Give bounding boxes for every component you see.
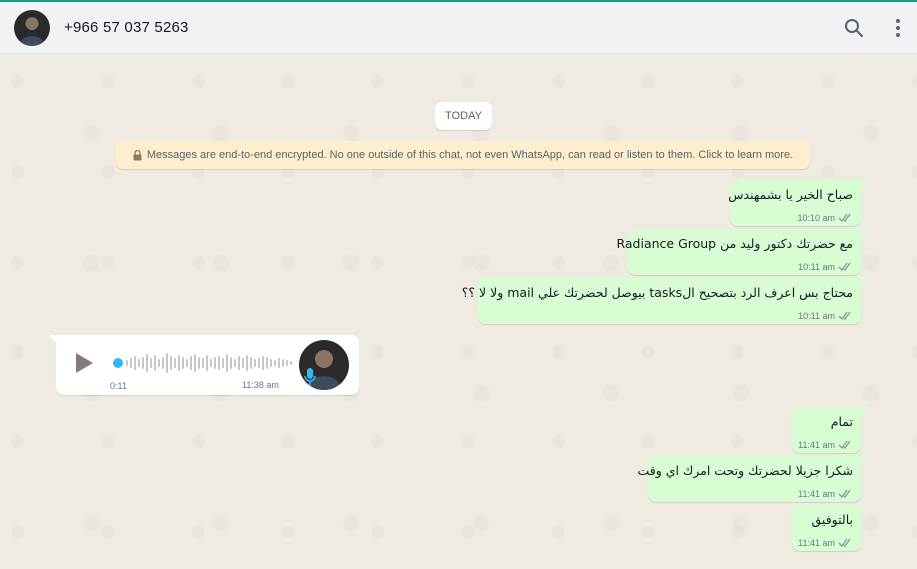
waveform-bar xyxy=(234,359,236,367)
microphone-icon xyxy=(304,368,316,385)
waveform-bar xyxy=(214,357,216,369)
message-text: تمام xyxy=(830,414,853,429)
waveform-bar xyxy=(178,355,180,371)
waveform-bar xyxy=(126,360,128,366)
waveform-bar xyxy=(198,357,200,369)
waveform-bar xyxy=(134,356,136,370)
double-check-icon xyxy=(838,440,851,450)
double-check-icon xyxy=(838,489,851,499)
waveform-bar xyxy=(142,357,144,369)
encryption-notice[interactable]: Messages are end-to-end encrypted. No on… xyxy=(116,141,810,169)
waveform-bar xyxy=(154,355,156,371)
waveform-bar xyxy=(270,359,272,367)
message-bubble[interactable]: محتاج بس اعرف الرد بتصحيح الtasks بيوصل … xyxy=(461,278,868,324)
contact-avatar[interactable] xyxy=(14,10,50,46)
message-time: 11:41 am xyxy=(798,537,835,548)
waveform-bar xyxy=(170,356,172,370)
encryption-notice-text: Messages are end-to-end encrypted. No on… xyxy=(146,149,794,161)
waveform-bar xyxy=(278,358,280,368)
waveform-bar xyxy=(138,359,140,367)
waveform-bar xyxy=(194,354,196,372)
waveform-bar xyxy=(274,360,276,366)
waveform-bar xyxy=(210,359,212,367)
chat-pane[interactable]: TODAY Messages are end-to-end encrypted.… xyxy=(0,55,917,569)
message-text: محتاج بس اعرف الرد بتصحيح الtasks بيوصل … xyxy=(461,285,853,300)
playback-position-dot[interactable] xyxy=(113,358,123,368)
waveform-bar xyxy=(230,357,232,369)
waveform-bar xyxy=(246,355,248,371)
message-time: 10:11 am xyxy=(798,261,835,272)
waveform-bar xyxy=(206,355,208,371)
lock-icon xyxy=(133,149,142,160)
waveform-bar xyxy=(242,358,244,368)
voice-message[interactable]: 0:11 11:38 am xyxy=(49,335,359,395)
waveform-bar xyxy=(282,359,284,367)
waveform-bar xyxy=(258,358,260,368)
waveform-bar xyxy=(250,357,252,369)
message-bubble[interactable]: صباح الخير يا بشمهندس 10:10 am xyxy=(728,180,868,226)
waveform-bar xyxy=(226,354,228,372)
waveform-bar xyxy=(238,356,240,370)
message-text: شكرا جزيلا لحضرتك وتحت امرك اي وقت xyxy=(637,463,853,478)
waveform-bar xyxy=(150,358,152,368)
waveform-bar xyxy=(202,358,204,368)
waveform-bar xyxy=(130,358,132,368)
waveform-bar xyxy=(218,356,220,370)
voice-waveform[interactable] xyxy=(112,351,302,375)
waveform-bar xyxy=(166,353,168,373)
message-text: صباح الخير يا بشمهندس xyxy=(728,187,853,202)
date-chip: TODAY xyxy=(435,102,492,130)
waveform-bar xyxy=(222,358,224,368)
message-time: 11:41 am xyxy=(798,439,835,450)
waveform-bar xyxy=(254,359,256,367)
waveform-bar xyxy=(158,359,160,367)
message-bubble[interactable]: مع حضرتك دكتور وليد من Radiance Group 10… xyxy=(616,229,868,275)
waveform-bar xyxy=(174,358,176,368)
waveform-bar xyxy=(290,361,292,365)
waveform-bar xyxy=(286,360,288,366)
contact-name[interactable]: +966 57 037 5263 xyxy=(64,19,189,36)
play-icon[interactable] xyxy=(73,351,95,375)
voice-duration: 0:11 xyxy=(110,381,127,391)
waveform-bar xyxy=(262,356,264,370)
waveform-bar xyxy=(162,357,164,369)
message-bubble[interactable]: بالتوفيق 11:41 am xyxy=(792,505,868,551)
chat-header: +966 57 037 5263 xyxy=(0,2,917,54)
waveform-bar xyxy=(182,357,184,369)
waveform-bar xyxy=(190,356,192,370)
waveform-bar xyxy=(146,354,148,372)
double-check-icon xyxy=(838,213,851,223)
message-time: 10:11 am xyxy=(798,310,835,321)
message-text: بالتوفيق xyxy=(811,512,854,527)
search-icon[interactable] xyxy=(842,16,866,40)
message-time: 11:38 am xyxy=(242,380,279,390)
double-check-icon xyxy=(838,538,851,548)
menu-dots-icon[interactable] xyxy=(886,16,910,40)
waveform-bar xyxy=(266,357,268,369)
message-text: مع حضرتك دكتور وليد من Radiance Group xyxy=(616,236,853,251)
message-bubble[interactable]: تمام 11:41 am xyxy=(792,407,868,453)
message-time: 11:41 am xyxy=(798,488,835,499)
waveform-bar xyxy=(186,359,188,367)
double-check-icon xyxy=(838,262,851,272)
message-bubble[interactable]: شكرا جزيلا لحضرتك وتحت امرك اي وقت 11:41… xyxy=(637,456,868,502)
message-time: 10:10 am xyxy=(797,212,835,223)
double-check-icon xyxy=(838,311,851,321)
